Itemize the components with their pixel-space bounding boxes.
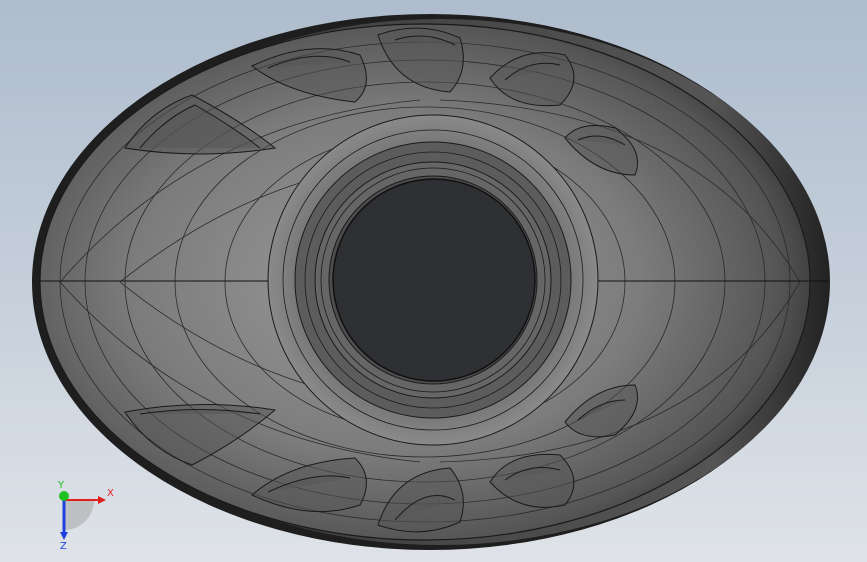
graphics-viewport[interactable]: X Y Z xyxy=(0,0,867,562)
z-axis-label: Z xyxy=(60,541,67,550)
x-arrow-icon xyxy=(98,496,106,504)
center-hole[interactable] xyxy=(332,178,536,382)
y-axis-icon xyxy=(59,491,69,501)
x-axis-label: X xyxy=(107,488,114,499)
y-axis-label: Y xyxy=(57,480,65,491)
model-view[interactable] xyxy=(0,0,867,562)
triad-plane-shape xyxy=(64,500,94,530)
coordinate-triad[interactable]: X Y Z xyxy=(44,480,114,550)
z-arrow-icon xyxy=(60,532,68,540)
